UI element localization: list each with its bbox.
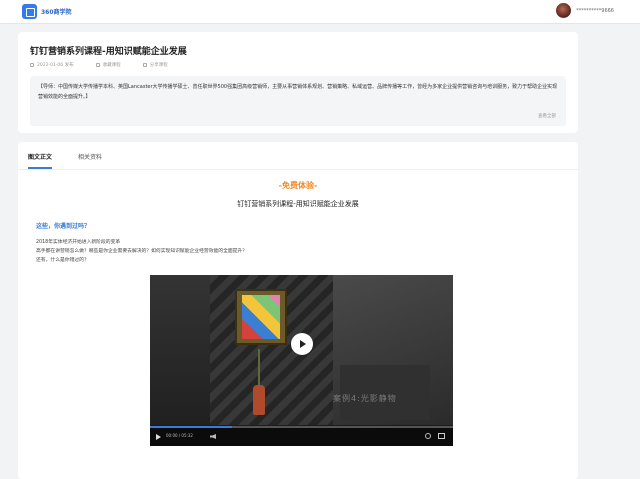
view-more-link[interactable]: 查看全部 bbox=[538, 112, 556, 122]
video-frame-bg bbox=[150, 275, 210, 425]
progress-fill bbox=[150, 426, 232, 428]
tab-divider bbox=[18, 169, 578, 170]
video-player[interactable]: 案例4:光影静物 00:00 / 05:32 bbox=[150, 275, 453, 446]
course-meta: 2022-01-06 发布 收藏课程 分享课程 bbox=[30, 62, 190, 68]
course-info-card: 钉钉营销系列课程-用知识赋能企业发展 2022-01-06 发布 收藏课程 分享… bbox=[18, 32, 578, 133]
username: **********9666 bbox=[576, 7, 614, 14]
calendar-icon bbox=[30, 63, 34, 67]
publish-date-text: 2022-01-06 发布 bbox=[37, 63, 74, 68]
content-card: 图文正文 相关资料 -免费体验- 钉钉营销系列课程-用知识赋能企业发展 这些，你… bbox=[18, 142, 578, 479]
share-label: 分享课程 bbox=[149, 63, 168, 68]
play-button[interactable] bbox=[291, 333, 313, 355]
content-title: 钉钉营销系列课程-用知识赋能企业发展 bbox=[237, 200, 359, 208]
video-vase bbox=[253, 385, 265, 415]
course-intro-text: 【导师：中国传媒大学传播学本科、英国Lancaster大学传播学硕士、曾任职世界… bbox=[38, 84, 558, 100]
share-icon bbox=[142, 63, 147, 67]
video-painting bbox=[242, 295, 280, 339]
intro-line: 高手都在讲营销怎么做？哪些是你企业需要去解决的？如何实现知识赋能企业经营效能的全… bbox=[36, 249, 248, 254]
logo-icon bbox=[22, 4, 37, 19]
video-time: 00:00 / 05:32 bbox=[166, 433, 193, 438]
star-icon bbox=[95, 63, 100, 67]
collect-label: 收藏课程 bbox=[102, 63, 121, 68]
tab-article[interactable]: 图文正文 bbox=[28, 152, 53, 169]
video-caption: 案例4:光影静物 bbox=[333, 394, 397, 403]
intro-lines: 2018年实体经济开始进入新阶段的变革 高手都在讲营销怎么做？哪些是你企业需要去… bbox=[36, 238, 247, 265]
user-menu[interactable]: **********9666 bbox=[556, 3, 614, 18]
volume-icon[interactable] bbox=[210, 434, 216, 439]
fullscreen-icon[interactable] bbox=[438, 433, 445, 439]
free-trial-heading: -免费体验- bbox=[278, 181, 318, 190]
intro-line: 还有，什么是你错过的？ bbox=[36, 258, 89, 263]
video-controls: 00:00 / 05:32 bbox=[150, 426, 453, 446]
collect-button[interactable]: 收藏课程 bbox=[95, 62, 121, 68]
course-title: 钉钉营销系列课程-用知识赋能企业发展 bbox=[30, 47, 187, 57]
avatar[interactable] bbox=[556, 3, 572, 18]
top-bar: 360商学院 **********9666 bbox=[0, 0, 640, 24]
intro-line: 2018年实体经济开始进入新阶段的变革 bbox=[36, 240, 121, 245]
content-tabs: 图文正文 相关资料 bbox=[28, 152, 128, 169]
share-button[interactable]: 分享课程 bbox=[142, 62, 168, 68]
question-heading: 这些，你遇到过吗？ bbox=[36, 223, 91, 230]
play-icon[interactable] bbox=[156, 434, 161, 440]
logo-text: 360商学院 bbox=[41, 9, 72, 16]
settings-icon[interactable] bbox=[425, 433, 431, 439]
progress-bar[interactable] bbox=[150, 426, 453, 428]
logo[interactable]: 360商学院 bbox=[22, 4, 72, 19]
course-intro: 【导师：中国传媒大学传播学本科、英国Lancaster大学传播学硕士、曾任职世界… bbox=[30, 76, 566, 126]
publish-date: 2022-01-06 发布 bbox=[30, 62, 74, 68]
video-plant bbox=[258, 349, 260, 387]
tab-materials[interactable]: 相关资料 bbox=[78, 152, 102, 169]
